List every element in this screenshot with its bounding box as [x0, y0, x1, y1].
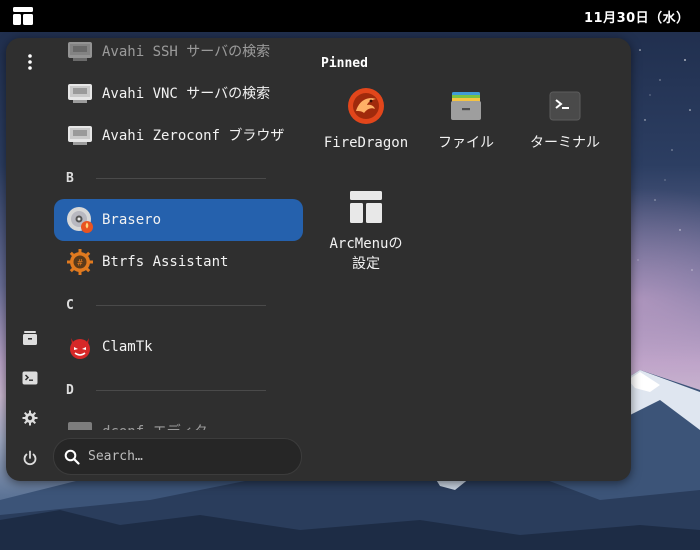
section-letter: B [66, 170, 74, 186]
more-options-button[interactable] [15, 47, 45, 77]
app-list[interactable]: Avahi SSH サーバの検索 Avahi VNC サーバの検索 Avahi … [52, 38, 308, 430]
menu-sidebar [6, 38, 52, 481]
firedragon-icon [347, 87, 385, 125]
app-item-label: ClamTk [102, 339, 153, 355]
pinned-item-label: ターミナル [530, 135, 600, 151]
settings-button[interactable] [15, 403, 45, 433]
app-item-brasero[interactable]: Brasero [54, 199, 303, 241]
section-divider [95, 389, 266, 391]
section-header-b: B [66, 168, 266, 188]
app-item-label: Btrfs Assistant [102, 254, 229, 270]
files-folder-icon [447, 87, 485, 125]
section-divider [95, 304, 266, 306]
dconf-editor-icon [66, 417, 94, 430]
pinned-item-label: ArcMenuの設定 [329, 236, 403, 272]
terminal-icon [546, 87, 584, 125]
more-options-icon [28, 54, 32, 70]
section-letter: C [66, 297, 74, 313]
network-monitor-icon [66, 79, 94, 107]
files-shortcut-button[interactable] [15, 323, 45, 353]
app-item-btrfs-assistant[interactable]: # Btrfs Assistant [54, 241, 303, 283]
power-icon [23, 450, 37, 466]
section-divider [95, 177, 266, 179]
app-item-avahi-vnc[interactable]: Avahi VNC サーバの検索 [54, 72, 303, 114]
search-bar[interactable] [53, 438, 302, 475]
search-input[interactable] [88, 449, 278, 464]
app-item-clamtk[interactable]: ClamTk [54, 326, 303, 368]
brasero-disc-icon [66, 206, 94, 234]
btrfs-gear-icon: # [66, 248, 94, 276]
terminal-icon [22, 371, 38, 385]
pinned-item-terminal[interactable]: ターミナル [519, 87, 611, 153]
section-header-c: C [66, 295, 266, 315]
svg-text:#: # [77, 259, 83, 269]
clamtk-devil-icon [66, 333, 94, 361]
clock-date[interactable]: 11月30日（水） [584, 7, 694, 26]
app-item-avahi-zeroconf[interactable]: Avahi Zeroconf ブラウザ [54, 114, 303, 156]
app-item-label: Brasero [102, 212, 162, 228]
section-header-d: D [66, 380, 266, 400]
pinned-item-arcmenu-settings[interactable]: ArcMenuの設定 [320, 188, 412, 274]
pinned-item-label: FireDragon [323, 135, 409, 151]
pinned-section-title: Pinned [321, 56, 368, 71]
app-item-dconf-editor[interactable]: dconf エディタ [54, 410, 303, 430]
pinned-item-label: ファイル [438, 135, 494, 151]
network-monitor-icon [66, 121, 94, 149]
section-letter: D [66, 382, 74, 398]
app-item-avahi-ssh[interactable]: Avahi SSH サーバの検索 [54, 38, 303, 72]
app-item-label: Avahi Zeroconf ブラウザ [102, 128, 285, 144]
pinned-item-firedragon[interactable]: FireDragon [320, 87, 412, 153]
arcmenu-layout-icon [13, 7, 33, 25]
pinned-item-files[interactable]: ファイル [420, 87, 512, 153]
search-icon [64, 449, 80, 465]
terminal-shortcut-button[interactable] [15, 363, 45, 393]
app-menu-panel: Avahi SSH サーバの検索 Avahi VNC サーバの検索 Avahi … [6, 38, 631, 481]
network-monitor-icon [66, 38, 94, 65]
files-icon [23, 331, 37, 345]
app-item-label: dconf エディタ [102, 421, 208, 430]
app-item-label: Avahi VNC サーバの検索 [102, 86, 271, 102]
top-bar: 11月30日（水） [0, 0, 700, 32]
arcmenu-layout-icon [347, 188, 385, 226]
app-item-label: Avahi SSH サーバの検索 [102, 44, 271, 60]
settings-gear-icon [22, 410, 38, 426]
activities-menu-button[interactable] [6, 2, 40, 30]
power-button[interactable] [15, 443, 45, 473]
